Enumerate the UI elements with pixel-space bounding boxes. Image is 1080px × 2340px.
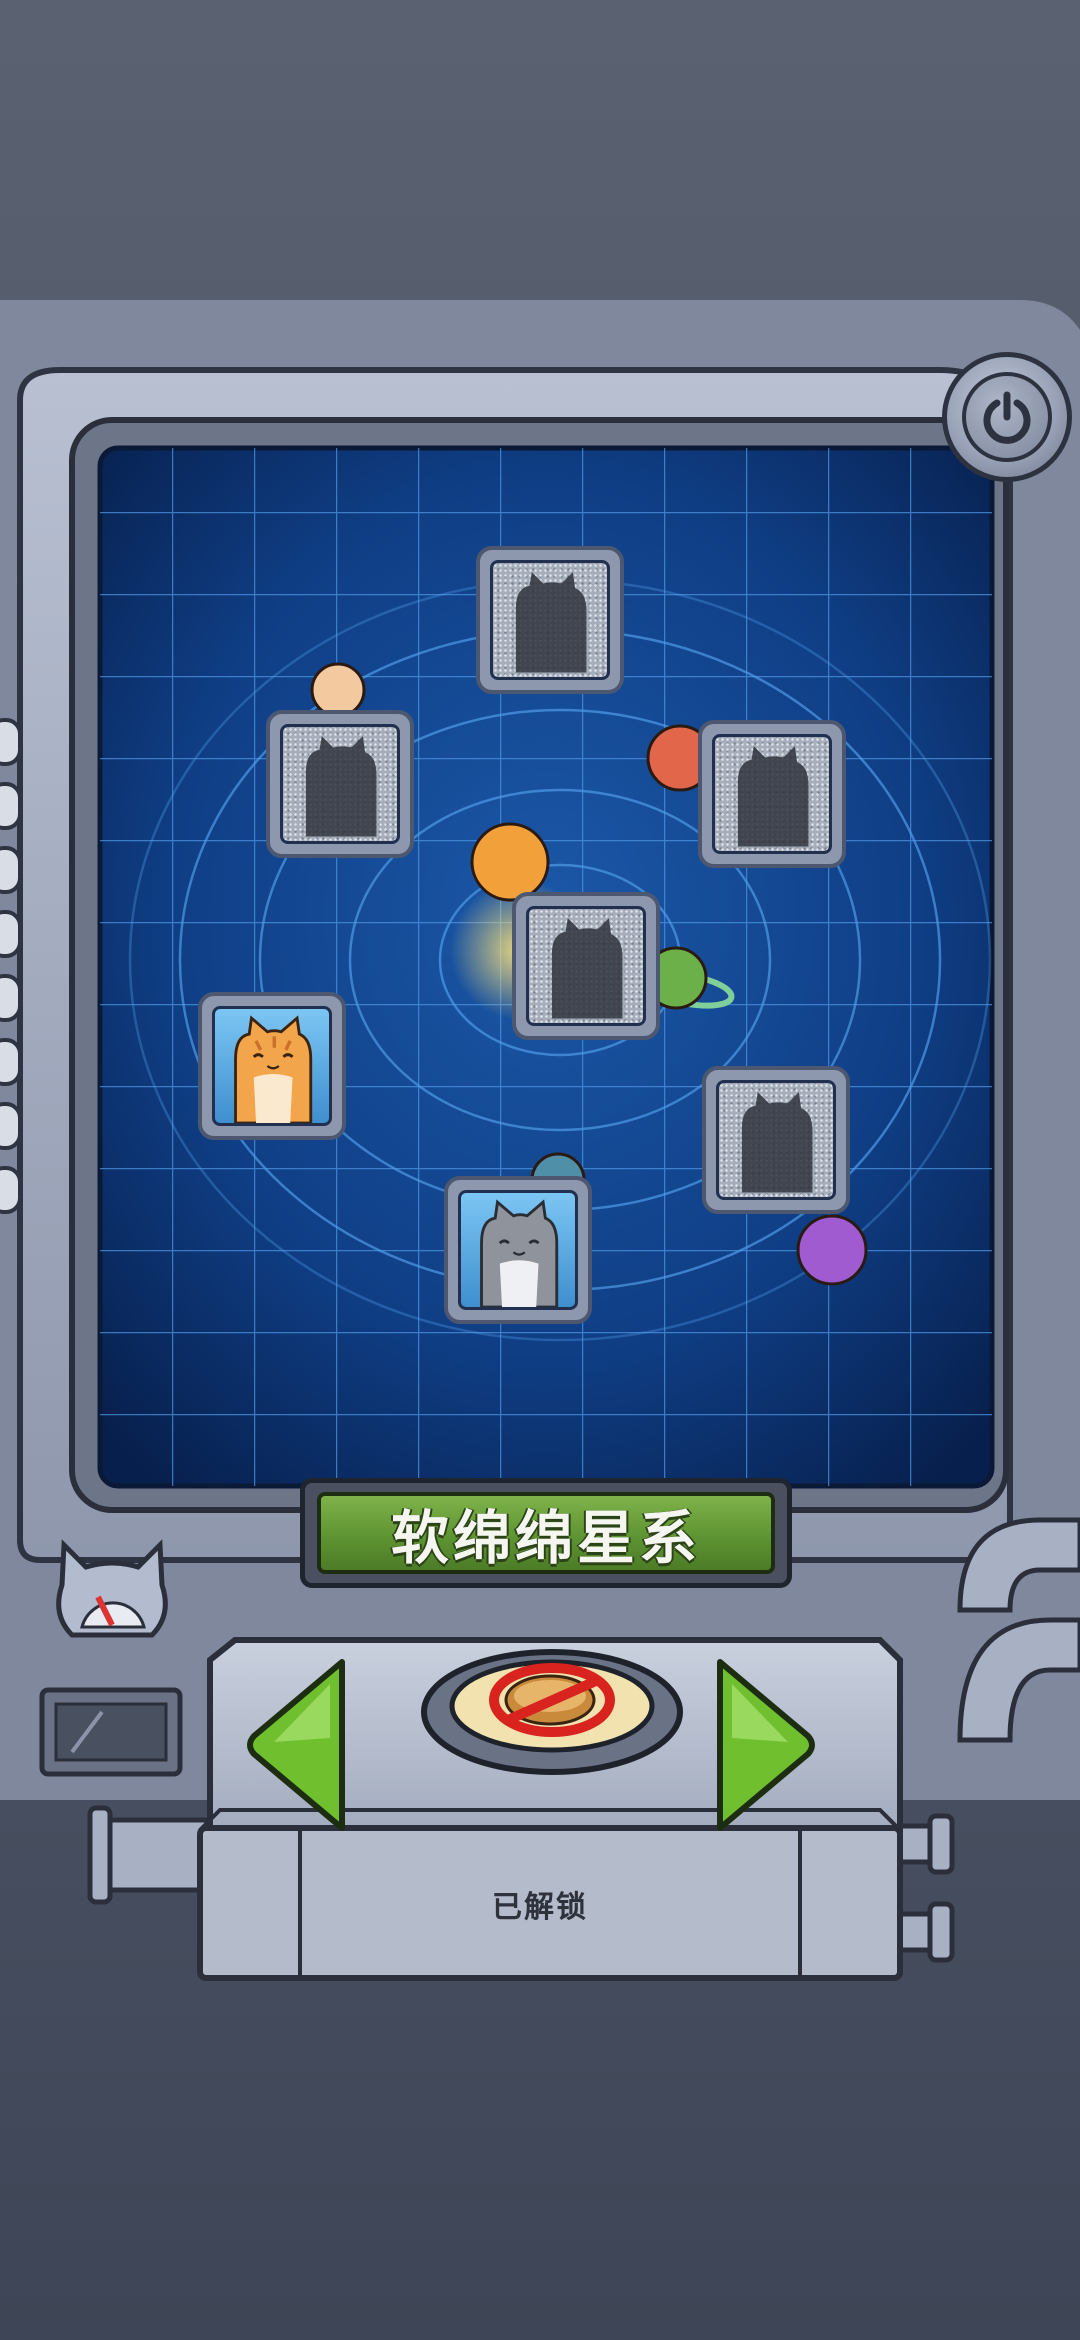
planet-peach <box>310 662 366 718</box>
locked-static <box>716 1080 836 1200</box>
cat-silhouette-icon <box>741 1092 813 1193</box>
cat-card-6[interactable] <box>702 1066 850 1214</box>
cat-card-3[interactable] <box>698 720 846 868</box>
gray-cat-portrait <box>458 1190 578 1310</box>
orange-cat-portrait <box>212 1006 332 1126</box>
cat-card-7[interactable] <box>444 1176 592 1324</box>
locked-static <box>490 560 610 680</box>
locked-static <box>280 724 400 844</box>
locked-static <box>712 734 832 854</box>
planet-orange <box>470 822 550 902</box>
locked-static <box>526 906 646 1026</box>
cat-silhouette-icon <box>515 572 587 673</box>
cat-silhouette-icon <box>737 746 809 847</box>
planet-purple <box>796 1214 868 1286</box>
arrow-left-icon <box>247 1659 345 1831</box>
vent-plate <box>39 1687 183 1777</box>
cat-card-4[interactable] <box>512 892 660 1040</box>
machine-scene <box>0 300 1080 1981</box>
cat-silhouette-icon <box>551 918 623 1019</box>
center-action-button[interactable] <box>424 1652 680 1772</box>
galaxy-name: 软绵绵星系 <box>390 1504 701 1572</box>
orange-cat-icon <box>234 1015 313 1123</box>
galaxy-title-plate: 软绵绵星系 <box>300 1478 792 1588</box>
cat-card-1[interactable] <box>476 546 624 694</box>
power-button[interactable] <box>942 352 1072 482</box>
galaxy-title-bar: 软绵绵星系 <box>317 1492 775 1574</box>
next-galaxy-button[interactable] <box>708 1650 818 1840</box>
power-icon <box>962 372 1052 462</box>
prev-galaxy-button[interactable] <box>244 1650 354 1840</box>
gray-cat-icon <box>480 1199 559 1307</box>
cat-card-2[interactable] <box>266 710 414 858</box>
unlock-status-label: 已解锁 <box>492 1890 588 1925</box>
cat-card-5[interactable] <box>198 992 346 1140</box>
arrow-right-icon <box>717 1659 815 1831</box>
cat-silhouette-icon <box>305 736 377 837</box>
pipes-left <box>87 1805 213 1905</box>
